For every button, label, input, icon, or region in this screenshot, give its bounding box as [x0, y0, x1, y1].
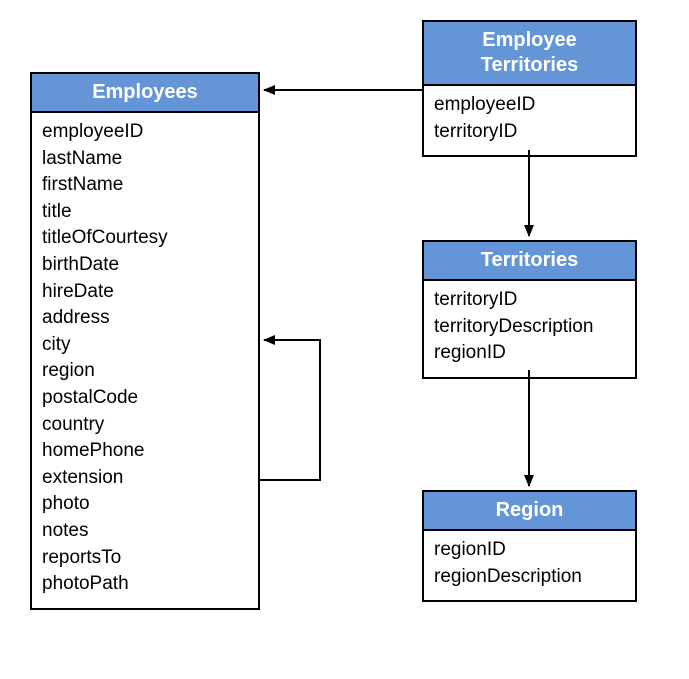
field: employeeID	[434, 92, 625, 119]
field: postalCode	[42, 385, 248, 412]
field: title	[42, 199, 248, 226]
entity-employee-territories-header: Employee Territories	[424, 22, 635, 86]
field: region	[42, 358, 248, 385]
field: birthDate	[42, 252, 248, 279]
field: territoryDescription	[434, 314, 625, 341]
field: employeeID	[42, 119, 248, 146]
field: regionDescription	[434, 564, 625, 591]
field: regionID	[434, 340, 625, 367]
entity-region: Region regionID regionDescription	[422, 490, 637, 602]
field: notes	[42, 518, 248, 545]
field: territoryID	[434, 287, 625, 314]
field: hireDate	[42, 279, 248, 306]
field: reportsTo	[42, 545, 248, 572]
field: lastName	[42, 146, 248, 173]
entity-employees-header: Employees	[32, 74, 258, 113]
rel-employees-self	[260, 340, 320, 480]
field: titleOfCourtesy	[42, 225, 248, 252]
field: regionID	[434, 537, 625, 564]
entity-territories: Territories territoryID territoryDescrip…	[422, 240, 637, 379]
field: photo	[42, 491, 248, 518]
field: firstName	[42, 172, 248, 199]
field: city	[42, 332, 248, 359]
entity-employees-body: employeeID lastName firstName title titl…	[32, 113, 258, 608]
field: photoPath	[42, 571, 248, 598]
field: country	[42, 412, 248, 439]
field: address	[42, 305, 248, 332]
entity-employee-territories: Employee Territories employeeID territor…	[422, 20, 637, 157]
entity-employees: Employees employeeID lastName firstName …	[30, 72, 260, 610]
field: homePhone	[42, 438, 248, 465]
entity-employee-territories-body: employeeID territoryID	[424, 86, 635, 155]
entity-territories-header: Territories	[424, 242, 635, 281]
field: territoryID	[434, 119, 625, 146]
entity-region-header: Region	[424, 492, 635, 531]
entity-territories-body: territoryID territoryDescription regionI…	[424, 281, 635, 377]
field: extension	[42, 465, 248, 492]
entity-region-body: regionID regionDescription	[424, 531, 635, 600]
